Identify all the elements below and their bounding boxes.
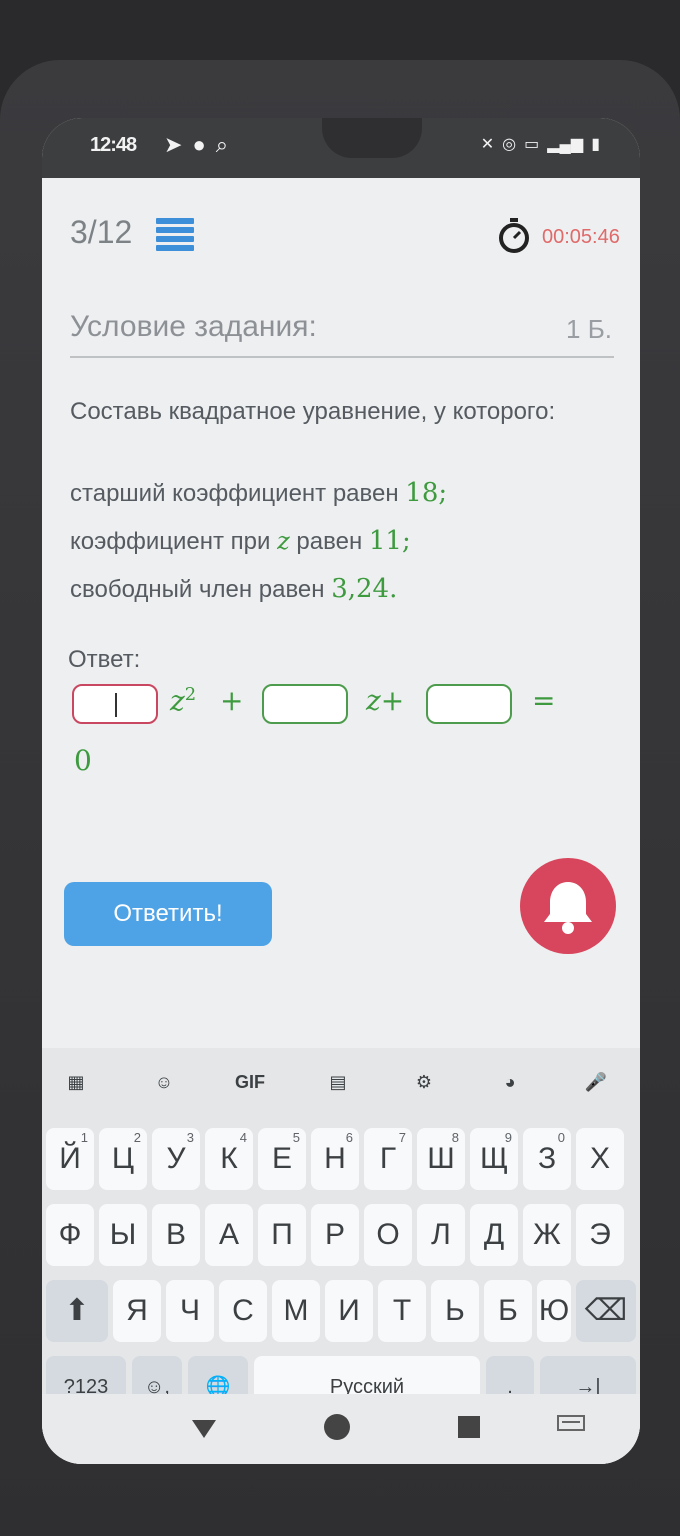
question-list-icon[interactable] xyxy=(156,218,194,252)
key[interactable]: Ы xyxy=(99,1204,147,1266)
key[interactable]: Ж xyxy=(523,1204,571,1266)
title-divider xyxy=(70,356,614,358)
battery-icon: ▮ xyxy=(591,136,600,153)
circle-icon: ● xyxy=(192,132,206,157)
keyboard-row-2: Ф Ы В А П Р О Л Д Ж Э xyxy=(42,1204,640,1274)
search-icon: ⌕ xyxy=(215,132,229,157)
shift-key[interactable]: ⬆ xyxy=(46,1280,108,1342)
palette-icon[interactable]: ◕ xyxy=(492,1066,528,1098)
key[interactable]: Ю xyxy=(537,1280,571,1342)
task-score: 1 Б. xyxy=(566,314,612,344)
key[interactable]: Х xyxy=(576,1128,624,1190)
key[interactable]: Й1 xyxy=(46,1128,94,1190)
status-time: 12:48 xyxy=(90,134,137,156)
equals-sign: = xyxy=(532,684,556,717)
key[interactable]: П xyxy=(258,1204,306,1266)
camera-notch xyxy=(322,118,422,158)
constant-term-input[interactable] xyxy=(426,684,512,724)
keyboard-toolbar: ▦ ☺ GIF ▤ ⚙ ◕ 🎤 xyxy=(42,1048,640,1114)
key[interactable]: Щ9 xyxy=(470,1128,518,1190)
key[interactable]: И xyxy=(325,1280,373,1342)
network-icon: ▭ xyxy=(524,136,540,153)
key[interactable]: Г7 xyxy=(364,1128,412,1190)
phone-screen: 12:48 ➤ ● ⌕ ✕ ◎ ▭ ▂▄▆ ▮ 3/12 00:05:46 Ус… xyxy=(42,118,640,1464)
home-icon[interactable] xyxy=(322,1412,352,1442)
key[interactable]: Ц2 xyxy=(99,1128,147,1190)
key[interactable]: У3 xyxy=(152,1128,200,1190)
quiz-header: 3/12 00:05:46 xyxy=(70,214,620,264)
gif-button[interactable]: GIF xyxy=(232,1066,268,1098)
quiz-page: 3/12 00:05:46 Условие задания: 1 Б. Сост… xyxy=(42,178,640,1048)
key[interactable]: Б xyxy=(484,1280,532,1342)
key[interactable]: Ф xyxy=(46,1204,94,1266)
key[interactable]: А xyxy=(205,1204,253,1266)
apps-icon[interactable]: ▦ xyxy=(58,1066,94,1098)
leading-coefficient-input[interactable] xyxy=(72,684,158,724)
key[interactable]: Д xyxy=(470,1204,518,1266)
condition-leading-coefficient: старший коэффициент равен 18; xyxy=(70,478,448,508)
key[interactable]: Ч xyxy=(166,1280,214,1342)
key[interactable]: Р xyxy=(311,1204,359,1266)
key[interactable]: Л xyxy=(417,1204,465,1266)
key[interactable]: Я xyxy=(113,1280,161,1342)
clipboard-icon[interactable]: ▤ xyxy=(320,1066,356,1098)
telegram-icon: ➤ xyxy=(164,132,183,157)
key[interactable]: Е5 xyxy=(258,1128,306,1190)
answer-label: Ответ: xyxy=(68,646,141,673)
key[interactable]: Э xyxy=(576,1204,624,1266)
key[interactable]: Т xyxy=(378,1280,426,1342)
section-title: Условие задания: xyxy=(70,310,317,343)
submit-answer-button[interactable]: Ответить! xyxy=(64,882,272,946)
mute-icon: ✕ xyxy=(480,136,495,153)
status-left-icons: ➤ ● ⌕ xyxy=(164,132,228,158)
right-hand-side: 0 xyxy=(74,744,92,777)
key[interactable]: З0 xyxy=(523,1128,571,1190)
status-bar: 12:48 ➤ ● ⌕ ✕ ◎ ▭ ▂▄▆ ▮ xyxy=(42,118,640,178)
keyboard-row-1: Й1 Ц2 У3 К4 Е5 Н6 Г7 Ш8 Щ9 З0 Х xyxy=(42,1128,640,1198)
plus-sign: + xyxy=(220,684,244,717)
mic-icon[interactable]: 🎤 xyxy=(578,1066,614,1098)
key[interactable]: М xyxy=(272,1280,320,1342)
z-term: z+ xyxy=(366,684,405,717)
back-icon[interactable] xyxy=(190,1414,218,1442)
value-11: 11 xyxy=(368,526,402,556)
z-squared-term: z2 xyxy=(170,684,197,718)
key[interactable]: В xyxy=(152,1204,200,1266)
question-counter: 3/12 xyxy=(70,214,133,250)
text-caret xyxy=(115,693,117,717)
key[interactable]: Ь xyxy=(431,1280,479,1342)
linear-coefficient-input[interactable] xyxy=(262,684,348,724)
sticker-icon[interactable]: ☺ xyxy=(146,1066,182,1098)
recents-icon[interactable] xyxy=(456,1414,482,1440)
navigation-bar xyxy=(42,1394,640,1464)
variable-z: z xyxy=(277,527,290,555)
task-prompt: Составь квадратное уравнение, у которого… xyxy=(70,398,556,425)
stopwatch-icon xyxy=(499,218,529,253)
notification-bell-button[interactable] xyxy=(520,858,616,954)
key[interactable]: С xyxy=(219,1280,267,1342)
keyboard-row-3: ⬆ Я Ч С М И Т Ь Б Ю ⌫ xyxy=(42,1280,640,1350)
key[interactable]: Ш8 xyxy=(417,1128,465,1190)
value-3-24: 3,24 xyxy=(331,574,390,604)
key[interactable]: О xyxy=(364,1204,412,1266)
condition-constant-term: свободный член равен 3,24. xyxy=(70,574,398,604)
key[interactable]: Н6 xyxy=(311,1128,359,1190)
bell-icon xyxy=(544,882,592,934)
hotspot-icon: ◎ xyxy=(502,136,517,153)
gear-icon[interactable]: ⚙ xyxy=(406,1066,442,1098)
status-right-icons: ✕ ◎ ▭ ▂▄▆ ▮ xyxy=(481,134,600,154)
key[interactable]: К4 xyxy=(205,1128,253,1190)
value-18: 18 xyxy=(405,478,439,508)
timer-value: 00:05:46 xyxy=(542,226,620,248)
signal-icon: ▂▄▆ xyxy=(547,136,584,153)
backspace-key[interactable]: ⌫ xyxy=(576,1280,636,1342)
keyboard-hide-icon[interactable] xyxy=(556,1414,586,1436)
condition-linear-coefficient: коэффициент при z равен 11; xyxy=(70,526,411,556)
